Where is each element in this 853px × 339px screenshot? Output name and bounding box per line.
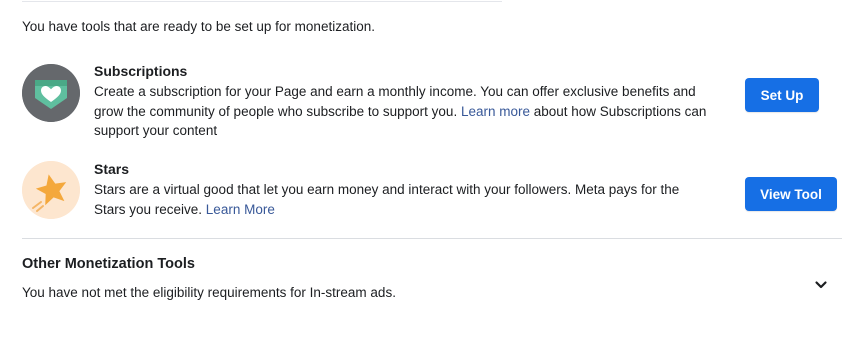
intro-text: You have tools that are ready to be set … — [22, 19, 375, 34]
tool-description: Stars are a virtual good that let you ea… — [94, 180, 714, 219]
star-icon — [22, 161, 80, 219]
set-up-button[interactable]: Set Up — [745, 78, 819, 112]
chevron-down-icon[interactable] — [812, 276, 830, 294]
tool-title: Stars — [94, 161, 130, 177]
section-divider — [22, 238, 842, 239]
learn-more-link[interactable]: Learn more — [461, 104, 530, 119]
tool-description: Create a subscription for your Page and … — [94, 82, 714, 141]
tool-stars: Stars Stars are a virtual good that let … — [22, 160, 842, 232]
tool-subscriptions: Subscriptions Create a subscription for … — [22, 62, 842, 150]
other-tools-description: You have not met the eligibility require… — [22, 285, 396, 300]
other-tools-title[interactable]: Other Monetization Tools — [22, 256, 195, 272]
tool-subscriptions-body: Subscriptions Create a subscription for … — [94, 62, 714, 141]
tool-title: Subscriptions — [94, 63, 188, 79]
view-tool-button[interactable]: View Tool — [745, 177, 837, 211]
top-divider — [22, 1, 502, 2]
tool-stars-body: Stars Stars are a virtual good that let … — [94, 160, 714, 219]
tool-description-text: Stars are a virtual good that let you ea… — [94, 182, 680, 217]
learn-more-link[interactable]: Learn More — [206, 202, 275, 217]
subscription-badge-icon — [22, 64, 80, 122]
